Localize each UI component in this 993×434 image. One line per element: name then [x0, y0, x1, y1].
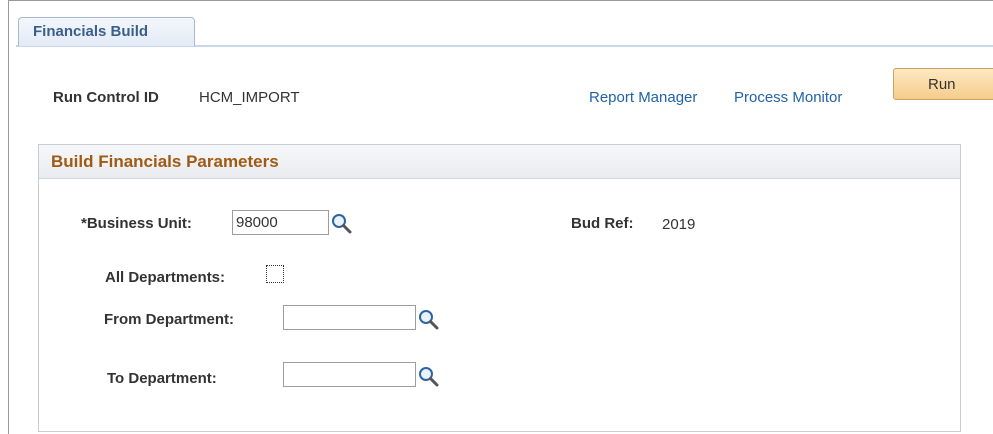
from-department-input[interactable]	[283, 305, 416, 330]
to-department-lookup-icon[interactable]	[417, 365, 439, 387]
tab-financials-build[interactable]: Financials Build	[18, 17, 195, 46]
to-department-label: To Department:	[107, 370, 217, 387]
business-unit-input[interactable]	[232, 210, 329, 235]
from-department-label: From Department:	[104, 311, 235, 328]
to-department-input[interactable]	[283, 362, 416, 387]
frame-top-border	[8, 0, 993, 1]
all-departments-checkbox[interactable]	[266, 265, 284, 283]
business-unit-label: *Business Unit:	[81, 215, 192, 232]
process-monitor-link[interactable]: Process Monitor	[734, 89, 842, 106]
from-department-lookup-icon[interactable]	[417, 308, 439, 330]
group-title: Build Financials Parameters	[39, 145, 960, 179]
run-button[interactable]: Run	[893, 68, 993, 100]
report-manager-link[interactable]: Report Manager	[589, 89, 697, 106]
business-unit-lookup-icon[interactable]	[330, 212, 352, 234]
run-control-value: HCM_IMPORT	[199, 89, 300, 106]
build-financials-parameters-group: Build Financials Parameters *Business Un…	[38, 144, 961, 432]
bud-ref-label: Bud Ref:	[571, 215, 634, 232]
all-departments-label: All Departments:	[105, 269, 226, 286]
bud-ref-value: 2019	[662, 216, 696, 233]
run-control-label: Run Control ID	[53, 89, 159, 106]
frame-left-border	[8, 0, 9, 434]
